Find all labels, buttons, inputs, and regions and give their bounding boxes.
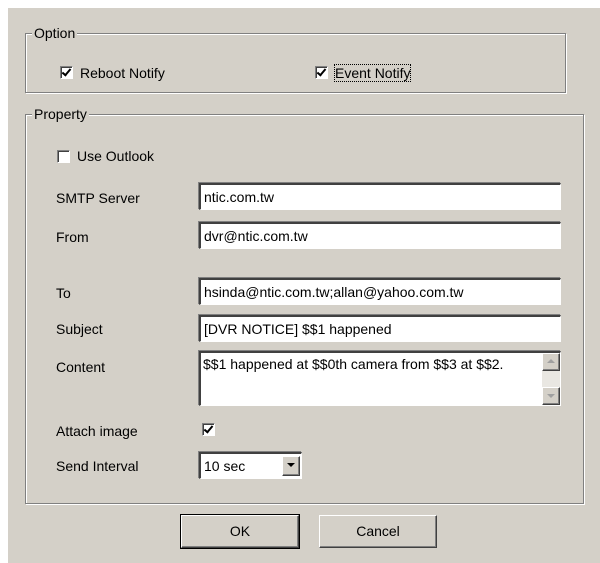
email-settings-dialog: Option Reboot Notify Event Notify Proper… <box>8 8 600 563</box>
content-textarea[interactable]: $$1 happened at $$0th camera from $$3 at… <box>199 351 561 406</box>
attach-image-checkbox[interactable] <box>202 423 215 436</box>
from-label: From <box>56 229 89 245</box>
scroll-up-arrow-icon[interactable] <box>542 353 560 371</box>
ok-button[interactable]: OK <box>180 514 300 549</box>
attach-image-label: Attach image <box>56 423 138 439</box>
subject-label: Subject <box>56 321 103 337</box>
use-outlook-label[interactable]: Use Outlook <box>77 148 154 164</box>
option-group: Option <box>25 25 566 93</box>
content-scrollbar[interactable] <box>542 353 560 405</box>
property-group-legend: Property <box>32 106 89 122</box>
event-notify-checkbox[interactable] <box>315 66 328 79</box>
content-text: $$1 happened at $$0th camera from $$3 at… <box>203 356 504 372</box>
to-input[interactable]: hsinda@ntic.com.tw;allan@yahoo.com.tw <box>199 278 561 305</box>
reboot-notify-label[interactable]: Reboot Notify <box>80 65 165 81</box>
subject-input[interactable]: [DVR NOTICE] $$1 happened <box>199 315 561 342</box>
smtp-server-input[interactable]: ntic.com.tw <box>199 183 561 210</box>
cancel-button[interactable]: Cancel <box>319 515 437 548</box>
to-label: To <box>56 285 71 301</box>
send-interval-value: 10 sec <box>204 458 246 474</box>
reboot-notify-checkbox[interactable] <box>60 66 73 79</box>
event-notify-label[interactable]: Event Notify <box>333 64 412 82</box>
send-interval-select[interactable]: 10 sec <box>199 452 302 479</box>
option-group-legend: Option <box>32 25 78 41</box>
dropdown-arrow-icon[interactable] <box>282 456 300 476</box>
content-label: Content <box>56 359 106 375</box>
property-group: Property <box>25 106 584 504</box>
scroll-down-arrow-icon[interactable] <box>542 387 560 405</box>
send-interval-label: Send Interval <box>56 458 139 474</box>
smtp-server-label: SMTP Server <box>56 190 140 206</box>
from-input[interactable]: dvr@ntic.com.tw <box>199 222 561 249</box>
use-outlook-checkbox[interactable] <box>57 150 70 163</box>
